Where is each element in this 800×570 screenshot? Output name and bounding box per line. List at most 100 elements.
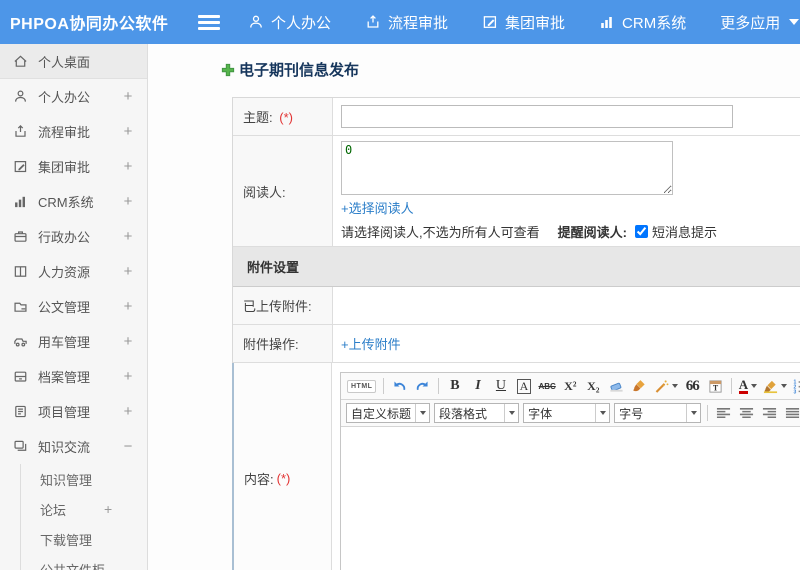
menu-toggle-icon[interactable] [198,14,220,30]
sidebar-item-9[interactable]: 用车管理 + [0,324,147,359]
custom-title-select[interactable]: 自定义标题 [346,403,431,423]
paragraph-format-select[interactable]: 段落格式 [434,403,520,423]
align-left-icon[interactable] [713,403,734,424]
subscript-button[interactable]: X₂ [583,376,604,397]
subject-row: 主题: (*) [233,98,800,136]
select-value: 字号 [619,406,644,421]
align-center-icon[interactable] [736,403,757,424]
sidebar-item-label: 公文管理 [38,300,91,315]
sidebar-item-1[interactable]: 个人桌面 [0,44,147,79]
chevron-down-icon [686,404,700,422]
nav-item-3[interactable]: 集团审批 [482,12,565,33]
top-navigation: 个人办公 流程审批 集团审批 CRM系统 更多应用 [248,12,800,33]
expand-toggle-icon[interactable]: + [104,501,112,517]
sidebar-item-2[interactable]: 个人办公 + [0,79,147,114]
select-readers-link[interactable]: +选择阅读人 [341,198,414,217]
chevron-down-icon [751,384,758,388]
nav-item-1[interactable]: 个人办公 [248,12,331,33]
car-icon [13,334,28,349]
align-right-icon[interactable] [759,403,780,424]
sidebar-item-4[interactable]: 集团审批 + [0,149,147,184]
expand-toggle-icon[interactable]: + [121,333,135,350]
sidebar-item-12[interactable]: 知识交流 − [0,429,147,464]
edit-icon [482,14,498,30]
uploaded-value [333,287,800,324]
sidebar-item-7[interactable]: 人力资源 + [0,254,147,289]
font-color-button[interactable]: A [737,376,759,397]
italic-button[interactable]: I [467,376,488,397]
sidebar-subitem-2[interactable]: 论坛 + [0,494,147,524]
chevron-down-icon [595,404,609,422]
eraser-icon[interactable] [606,376,627,397]
strikethrough-button[interactable]: ABC [536,376,557,397]
sms-checkbox[interactable] [634,225,648,238]
chart-icon [599,14,615,30]
sidebar-item-label: 集团审批 [38,160,91,175]
upload-attachment-link[interactable]: +上传附件 [341,334,401,353]
html-source-button[interactable]: HTML [345,376,378,397]
font-border-button[interactable]: A [513,376,534,397]
undo-icon[interactable] [389,376,410,397]
sidebar-item-label: 人力资源 [38,265,91,280]
edit-icon [13,159,28,174]
underline-button[interactable]: U [490,376,511,397]
sidebar-item-11[interactable]: 项目管理 + [0,394,147,429]
readers-hint: 请选择阅读人,不选为所有人可查看 [341,225,540,240]
sidebar-subitem-4[interactable]: 公共文件柜 [0,554,147,570]
nav-item-5[interactable]: 更多应用 [720,12,800,33]
expand-toggle-icon[interactable]: + [121,123,135,140]
font-size-select[interactable]: 字号 [614,403,702,423]
expand-toggle-icon[interactable]: + [121,263,135,280]
sidebar-subitem-1[interactable]: 知识管理 [0,464,147,494]
sidebar-item-3[interactable]: 流程审批 + [0,114,147,149]
expand-toggle-icon[interactable]: + [121,193,135,210]
font-family-select[interactable]: 字体 [523,403,611,423]
remind-readers-label: 提醒阅读人: [557,225,627,240]
sidebar-item-10[interactable]: 档案管理 + [0,359,147,394]
toolbar-separator [707,405,709,421]
auto-typeset-icon[interactable] [652,376,680,397]
sidebar-item-label: 流程审批 [38,125,91,140]
superscript-button[interactable]: X² [560,376,581,397]
chevron-down-icon [504,404,518,422]
sms-label: 短消息提示 [651,225,717,240]
align-justify-icon[interactable] [782,403,800,424]
readers-textarea[interactable]: 0 [341,141,673,195]
doc-icon [13,299,28,314]
expand-toggle-icon[interactable]: + [121,403,135,420]
nav-item-label: 个人办公 [271,14,332,32]
expand-toggle-icon[interactable]: + [121,158,135,175]
sidebar-item-8[interactable]: 公文管理 + [0,289,147,324]
nav-item-2[interactable]: 流程审批 [365,12,448,33]
editor-content-area[interactable] [341,427,800,570]
content-row: 内容: (*) HTML B I U A ABC X² X₂ 66 T A 1 2 3 自定义标题 段落格式… [232,363,800,570]
nav-item-4[interactable]: CRM系统 [599,12,686,33]
bold-button[interactable]: B [444,376,465,397]
format-brush-icon[interactable] [629,376,650,397]
insert-date-icon[interactable]: T [705,376,726,397]
ordered-list-icon[interactable]: 123 [791,376,800,397]
app-logo: PHPOA协同办公软件 [10,16,169,33]
highlight-color-icon[interactable] [761,376,789,397]
content-label: 内容: [244,471,274,487]
sidebar-item-5[interactable]: CRM系统 + [0,184,147,219]
toolbar-separator [383,378,385,394]
page-title: 电子期刊信息发布 [221,59,800,80]
top-header: PHPOA协同办公软件 个人办公 流程审批 集团审批 CRM系统 更多应用 [0,0,800,44]
expand-toggle-icon[interactable]: + [121,368,135,385]
nav-item-label: 更多应用 [720,14,781,32]
sidebar-subitem-label: 公共文件柜 [40,562,106,570]
sidebar-item-6[interactable]: 行政办公 + [0,219,147,254]
expand-toggle-icon[interactable]: − [121,438,135,455]
blockquote-button[interactable]: 66 [682,376,703,397]
sidebar-submenu: 知识管理 论坛 + 下载管理公共文件柜 [0,464,147,570]
expand-toggle-icon[interactable]: + [121,88,135,105]
sidebar-item-label: 项目管理 [38,405,91,420]
add-icon [221,63,235,76]
expand-toggle-icon[interactable]: + [121,298,135,315]
subject-input[interactable] [341,105,733,128]
expand-toggle-icon[interactable]: + [121,228,135,245]
readers-row: 阅读人: 0 +选择阅读人 请选择阅读人,不选为所有人可查看 提醒阅读人: 短消… [233,136,800,247]
redo-icon[interactable] [412,376,433,397]
sidebar-subitem-3[interactable]: 下载管理 [0,524,147,554]
